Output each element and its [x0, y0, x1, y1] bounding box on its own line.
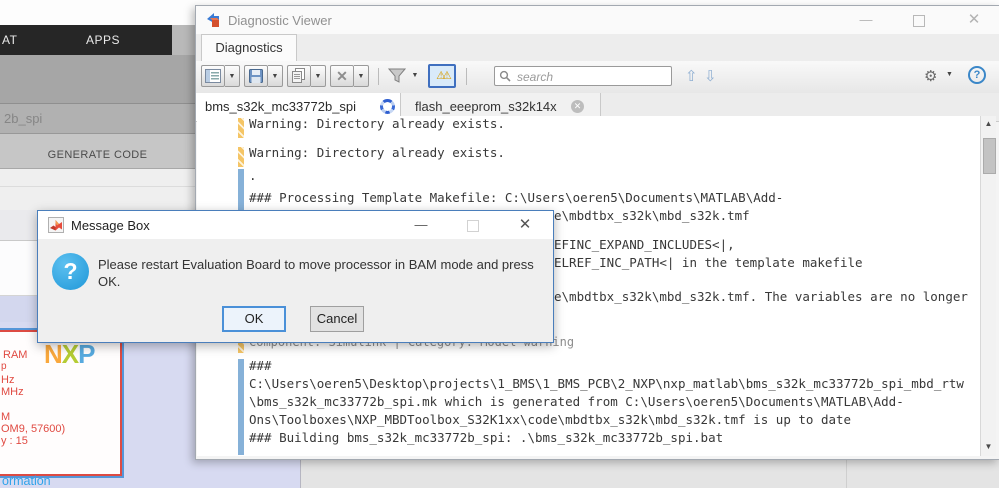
- screen: AT APPS 2b_spi GENERATE CODE RAM p Hz MH…: [0, 0, 999, 488]
- dv-toolbar: ▼ ▼ ▼ ✕ ▼ ▼ ⚠⚠ search ⇧ ⇩ ⚙ ▼ ?: [196, 61, 999, 94]
- save-dropdown[interactable]: ▼: [268, 65, 283, 87]
- palette-segment-3: [0, 296, 37, 322]
- detail-view-dropdown[interactable]: ▼: [225, 65, 240, 87]
- message-box-dialog: Message Box — ✕ ? Please restart Evaluat…: [37, 210, 554, 343]
- dialog-message: Please restart Evaluation Board to move …: [98, 256, 543, 290]
- console-line: .: [249, 168, 257, 183]
- scroll-up-icon[interactable]: ▲: [981, 116, 996, 132]
- info-marker-bar: [238, 359, 244, 455]
- help-icon[interactable]: ?: [968, 66, 986, 84]
- console-line: Warning: Directory already exists.: [249, 145, 505, 160]
- board-text-fragment: RAM: [3, 349, 28, 361]
- console-line: ### Building bms_s32k_mc33772b_spi: .\bm…: [249, 430, 724, 445]
- minimize-icon[interactable]: —: [851, 10, 881, 30]
- matlab-icon: [48, 217, 64, 233]
- close-icon[interactable]: ✕: [959, 10, 989, 30]
- dv-window-title: Diagnostic Viewer: [228, 13, 332, 28]
- board-text-fragment: MHz: [1, 386, 24, 398]
- console-line: \bms_s32k_mc33772b_spi.mk which is gener…: [249, 394, 904, 409]
- dv-title-bar: Diagnostic Viewer — ✕: [196, 6, 999, 34]
- find-next-icon[interactable]: ⇩: [704, 67, 717, 85]
- ok-button[interactable]: OK: [222, 306, 286, 332]
- palette-segment-1: [0, 210, 37, 241]
- clear-dropdown[interactable]: ▼: [354, 65, 369, 87]
- ribbon-tab-apps[interactable]: APPS: [86, 33, 120, 47]
- diagnostic-viewer-icon: [206, 12, 222, 28]
- dialog-maximize-icon[interactable]: [458, 215, 488, 235]
- clear-button[interactable]: ✕: [330, 65, 354, 87]
- dialog-title: Message Box: [71, 218, 150, 233]
- board-text-fragment: y : 15: [1, 435, 28, 447]
- search-icon: [499, 70, 511, 82]
- maximize-icon[interactable]: [904, 10, 934, 30]
- cancel-button[interactable]: Cancel: [310, 306, 364, 332]
- console-line-fragment: ELREF_INC_PATH<| in the template makefil…: [554, 255, 863, 270]
- dialog-message-line1: Please restart Evaluation Board to move …: [98, 257, 534, 272]
- nxp-logo: NXP: [44, 339, 95, 369]
- show-warnings-toggle[interactable]: ⚠⚠: [428, 64, 456, 88]
- filter-button[interactable]: [386, 66, 408, 86]
- tab-close-icon[interactable]: ✕: [571, 100, 584, 113]
- toolbar-separator: [466, 68, 467, 85]
- scroll-down-icon[interactable]: ▼: [981, 439, 996, 455]
- dialog-minimize-icon[interactable]: —: [406, 215, 436, 235]
- console-scrollbar[interactable]: ▲ ▼: [980, 116, 996, 456]
- board-text-fragment: Hz: [1, 374, 15, 386]
- console-line: Ons\Toolboxes\NXP_MBDToolbox_S32K1xx\cod…: [249, 412, 852, 427]
- console-line-fragment: e\mbdtbx_s32k\mbd_s32k.tmf. The variable…: [554, 289, 968, 304]
- warning-marker-bar: [238, 147, 244, 167]
- warning-marker-bar: [238, 118, 244, 138]
- information-link-fragment[interactable]: ormation: [2, 474, 51, 488]
- question-icon: ?: [52, 253, 89, 290]
- tab-diagnostics[interactable]: Diagnostics: [201, 34, 297, 61]
- toolstrip-lower-panel: [0, 168, 195, 211]
- dv-tab-row: Diagnostics: [196, 34, 999, 62]
- console-line: ###: [249, 358, 272, 373]
- copy-dropdown[interactable]: ▼: [311, 65, 326, 87]
- toolbar-separator: [378, 68, 379, 85]
- search-box: [494, 66, 672, 86]
- copy-button[interactable]: [287, 65, 311, 87]
- settings-dropdown[interactable]: ▼: [946, 71, 953, 78]
- dialog-close-icon[interactable]: ✕: [510, 215, 540, 235]
- board-text-fragment: p: [1, 361, 7, 372]
- console-line: C:\Users\oeren5\Desktop\projects\1_BMS\1…: [249, 376, 964, 391]
- gear-icon[interactable]: ⚙: [924, 67, 937, 85]
- board-text-fragment: OM9, 57600): [1, 423, 66, 435]
- save-button[interactable]: [244, 65, 268, 87]
- ribbon-tab-format[interactable]: AT: [2, 33, 17, 47]
- dialog-message-line2: OK.: [98, 274, 121, 289]
- quick-access-band: [0, 55, 195, 104]
- console-line-fragment: e\mbdtbx_s32k\mbd_s32k.tmf: [554, 208, 750, 223]
- generate-code-row: GENERATE CODE: [0, 133, 195, 169]
- ribbon-tab-raised[interactable]: [172, 25, 195, 55]
- model-name-fragment: 2b_spi: [4, 111, 43, 126]
- find-previous-icon[interactable]: ⇧: [685, 67, 698, 85]
- search-input[interactable]: [515, 68, 669, 86]
- board-text-fragment: M: [1, 411, 11, 423]
- dialog-title-bar: Message Box — ✕: [38, 211, 553, 239]
- console-line: ### Processing Template Makefile: C:\Use…: [249, 190, 784, 205]
- console-line-fragment: EFINC_EXPAND_INCLUDES<|,: [554, 237, 735, 252]
- detail-view-button[interactable]: [201, 65, 225, 87]
- console-line: Warning: Directory already exists.: [249, 116, 505, 131]
- model-name-row: 2b_spi: [0, 104, 195, 133]
- generate-code-label: GENERATE CODE: [47, 149, 148, 161]
- ribbon-toolstrip: AT APPS: [0, 25, 195, 55]
- scrollbar-thumb[interactable]: [983, 138, 996, 174]
- filter-dropdown[interactable]: ▼: [408, 66, 422, 86]
- busy-spinner-icon: [380, 99, 395, 114]
- palette-segment-2: [0, 241, 37, 296]
